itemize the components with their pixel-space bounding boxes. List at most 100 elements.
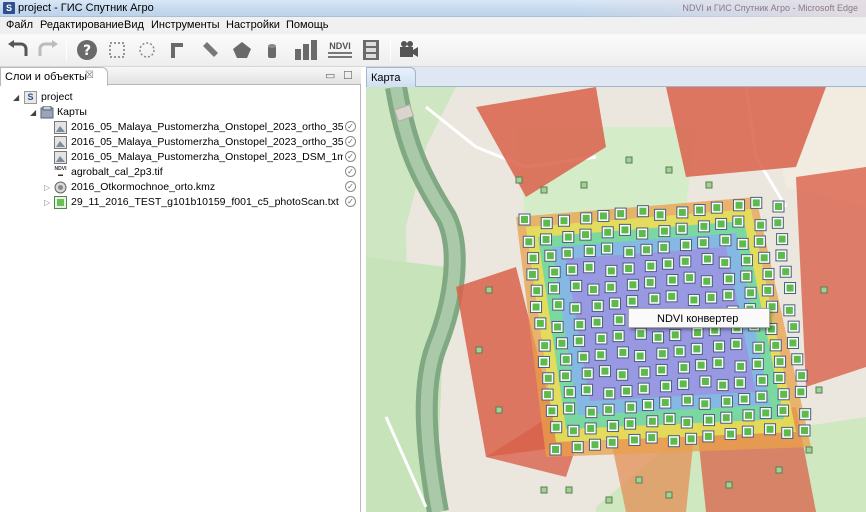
ndvi-icon[interactable]: NDVI [326,39,354,61]
camera-point-icon[interactable] [634,327,647,340]
camera-point-small-icon[interactable] [495,406,503,414]
camera-point-icon[interactable] [769,339,782,352]
camera-point-icon[interactable] [683,271,696,284]
tree-item-layer[interactable]: ▷ 2016_Otkormochnoe_orto.kmz ✓ [0,180,360,195]
camera-point-icon[interactable] [784,282,797,295]
camera-point-icon[interactable] [705,291,718,304]
camera-point-icon[interactable] [584,422,597,435]
camera-point-icon[interactable] [595,332,608,345]
camera-point-icon[interactable] [624,401,637,414]
menu-view[interactable]: Вид [124,19,144,31]
camera-point-icon[interactable] [724,428,737,441]
camera-point-icon[interactable] [798,424,811,437]
camera-point-icon[interactable] [654,208,667,221]
camera-point-icon[interactable] [605,264,618,277]
menu-help[interactable]: Помощь [286,19,329,31]
camera-point-icon[interactable] [646,415,659,428]
camera-point-icon[interactable] [733,376,746,389]
camera-point-icon[interactable] [624,417,637,430]
camera-point-icon[interactable] [733,199,746,212]
camera-point-icon[interactable] [673,345,686,358]
expand-arrow-icon[interactable]: ◢ [30,105,36,120]
tree-item-layer[interactable]: ▷ 29_11_2016_TEST_g101b10159_f001_c5_pho… [0,195,360,210]
camera-point-icon[interactable] [645,431,658,444]
camera-point-icon[interactable] [616,368,629,381]
camera-point-icon[interactable] [702,430,715,443]
camera-point-icon[interactable] [679,255,692,268]
camera-point-icon[interactable] [637,382,650,395]
menu-edit[interactable]: Редактирование [40,19,124,31]
camera-point-icon[interactable] [580,212,593,225]
camera-point-icon[interactable] [679,239,692,252]
camera-point-icon[interactable] [594,348,607,361]
menu-file[interactable]: Файл [6,19,33,31]
camera-point-icon[interactable] [776,233,789,246]
camera-point-icon[interactable] [581,367,594,380]
camera-point-small-icon[interactable] [705,181,713,189]
camera-point-icon[interactable] [565,263,578,276]
visibility-check-icon[interactable]: ✓ [345,166,356,177]
camera-point-icon[interactable] [783,304,796,317]
camera-point-small-icon[interactable] [540,186,548,194]
tree-item-layer[interactable]: 2016_05_Malaya_Pustomerzha_Onstopel_2023… [0,120,360,135]
camera-point-icon[interactable] [601,242,614,255]
expand-arrow-icon[interactable]: ▷ [44,195,50,210]
video-camera-icon[interactable] [397,39,421,61]
camera-point-icon[interactable] [636,205,649,218]
camera-point-icon[interactable] [676,206,689,219]
line-measure-icon[interactable] [198,39,222,61]
camera-point-icon[interactable] [658,225,671,238]
camera-point-icon[interactable] [775,249,788,262]
camera-point-icon[interactable] [777,388,790,401]
camera-point-icon[interactable] [665,290,678,303]
camera-point-icon[interactable] [618,223,631,236]
camera-point-icon[interactable] [591,299,604,312]
camera-point-icon[interactable] [530,301,543,314]
redo-icon[interactable] [35,39,61,61]
camera-point-icon[interactable] [695,359,708,372]
visibility-check-icon[interactable]: ✓ [345,151,356,162]
camera-point-icon[interactable] [750,196,763,209]
camera-point-icon[interactable] [626,295,639,308]
visibility-check-icon[interactable]: ✓ [345,181,356,192]
camera-point-icon[interactable] [656,347,669,360]
camera-point-icon[interactable] [690,342,703,355]
camera-point-icon[interactable] [754,219,767,232]
camera-point-icon[interactable] [773,371,786,384]
camera-point-icon[interactable] [530,284,543,297]
camera-point-small-icon[interactable] [475,346,483,354]
camera-point-icon[interactable] [648,292,661,305]
expand-arrow-icon[interactable]: ▷ [44,180,50,195]
map-view[interactable] [366,87,866,512]
camera-point-icon[interactable] [526,268,539,281]
camera-point-icon[interactable] [700,275,713,288]
camera-point-icon[interactable] [559,369,572,382]
visibility-check-icon[interactable]: ✓ [345,196,356,207]
camera-point-icon[interactable] [771,216,784,229]
camera-point-icon[interactable] [741,425,754,438]
camera-point-icon[interactable] [718,256,731,269]
camera-point-icon[interactable] [579,228,592,241]
tree-item-maps[interactable]: ◢ Карты [0,105,360,120]
camera-point-icon[interactable] [613,313,626,326]
menu-tools[interactable]: Инструменты [151,19,220,31]
camera-point-icon[interactable] [542,372,555,385]
camera-point-small-icon[interactable] [665,491,673,499]
ellipse-select-icon[interactable] [136,39,158,61]
camera-point-icon[interactable] [699,375,712,388]
camera-point-icon[interactable] [772,200,785,213]
camera-point-icon[interactable] [563,386,576,399]
camera-point-icon[interactable] [703,414,716,427]
camera-point-icon[interactable] [736,237,749,250]
camera-point-icon[interactable] [659,380,672,393]
camera-point-icon[interactable] [623,246,636,259]
camera-point-icon[interactable] [761,284,774,297]
camera-point-small-icon[interactable] [725,481,733,489]
camera-point-small-icon[interactable] [485,286,493,294]
visibility-check-icon[interactable]: ✓ [345,136,356,147]
camera-point-icon[interactable] [742,409,755,422]
camera-point-icon[interactable] [616,346,629,359]
camera-point-small-icon[interactable] [805,446,813,454]
camera-point-icon[interactable] [730,338,743,351]
camera-point-icon[interactable] [606,420,619,433]
